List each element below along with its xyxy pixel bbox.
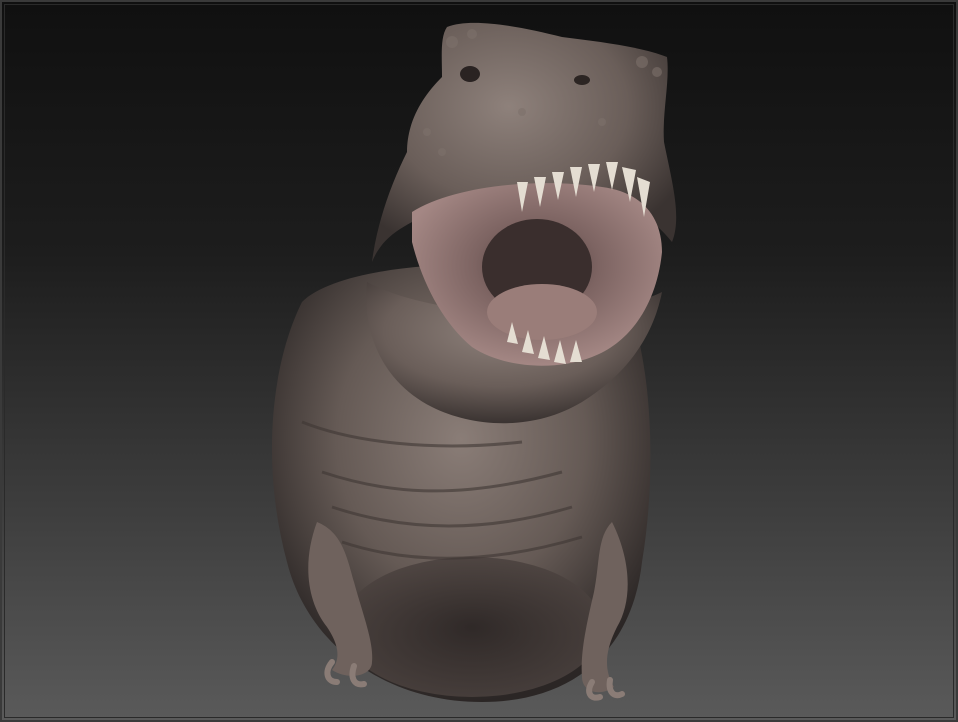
trex-sculpt-model[interactable]	[2, 2, 956, 720]
trex-nostril	[574, 75, 590, 85]
trex-eye	[460, 66, 480, 82]
trex-tongue	[487, 284, 597, 340]
trex-belly-shadow	[342, 557, 602, 697]
3d-viewport-canvas[interactable]	[0, 0, 958, 722]
